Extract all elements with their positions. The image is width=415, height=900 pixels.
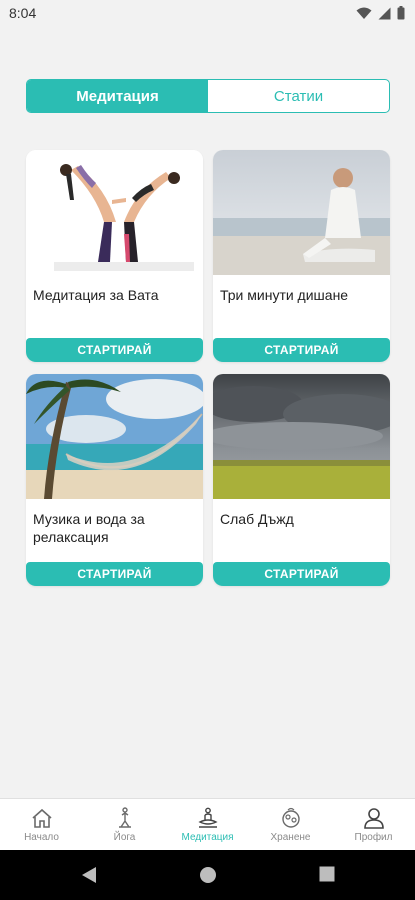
battery-icon	[397, 6, 405, 20]
meditation-card[interactable]: Медитация за Вата СТАРТИРАЙ	[26, 150, 203, 362]
meditation-card[interactable]: Музика и вода за релаксация СТАРТИРАЙ	[26, 374, 203, 586]
meditation-card[interactable]: Три минути дишане СТАРТИРАЙ	[213, 150, 390, 362]
meditation-icon	[197, 807, 218, 828]
home-button-icon[interactable]	[199, 866, 217, 884]
tab-meditation[interactable]: Медитация	[27, 80, 208, 112]
back-icon[interactable]	[80, 866, 98, 884]
nav-item-food[interactable]: Хранене	[249, 799, 332, 850]
status-bar: 8:04	[0, 0, 415, 28]
card-image-hammock	[26, 374, 203, 499]
nav-item-profile[interactable]: Профил	[332, 799, 415, 850]
tab-articles[interactable]: Статии	[208, 80, 389, 112]
nav-label: Начало	[24, 831, 59, 843]
status-time: 8:04	[9, 5, 37, 21]
card-title: Три минути дишане	[220, 287, 349, 303]
nav-label: Хранене	[270, 831, 311, 843]
card-image-beach-meditation	[213, 150, 390, 275]
start-button[interactable]: СТАРТИРАЙ	[213, 562, 390, 586]
card-image-yoga	[26, 150, 203, 275]
nav-label: Медитация	[181, 831, 234, 843]
meditation-card[interactable]: Слаб Дъжд СТАРТИРАЙ	[213, 374, 390, 586]
card-title: Музика и вода за релаксация	[33, 511, 145, 545]
system-nav-bar	[0, 850, 415, 900]
recents-icon[interactable]	[319, 866, 335, 882]
nav-label: Йога	[113, 831, 136, 843]
card-title: Медитация за Вата	[33, 287, 159, 303]
nav-label: Профил	[354, 831, 393, 843]
segmented-control: Медитация Статии	[26, 79, 390, 113]
nav-item-yoga[interactable]: Йога	[83, 799, 166, 850]
bottom-nav: Начало Йога Медитация Хранене Профил	[0, 798, 415, 850]
signal-icon	[378, 7, 391, 19]
food-icon	[281, 807, 300, 828]
start-button[interactable]: СТАРТИРАЙ	[26, 338, 203, 362]
profile-icon	[363, 807, 384, 829]
start-button[interactable]: СТАРТИРАЙ	[213, 338, 390, 362]
nav-item-home[interactable]: Начало	[0, 799, 83, 850]
card-image-rain	[213, 374, 390, 499]
home-icon	[31, 808, 52, 828]
card-title: Слаб Дъжд	[220, 511, 294, 527]
nav-item-meditation[interactable]: Медитация	[166, 799, 249, 850]
yoga-icon	[118, 806, 131, 828]
wifi-icon	[356, 7, 372, 19]
start-button[interactable]: СТАРТИРАЙ	[26, 562, 203, 586]
